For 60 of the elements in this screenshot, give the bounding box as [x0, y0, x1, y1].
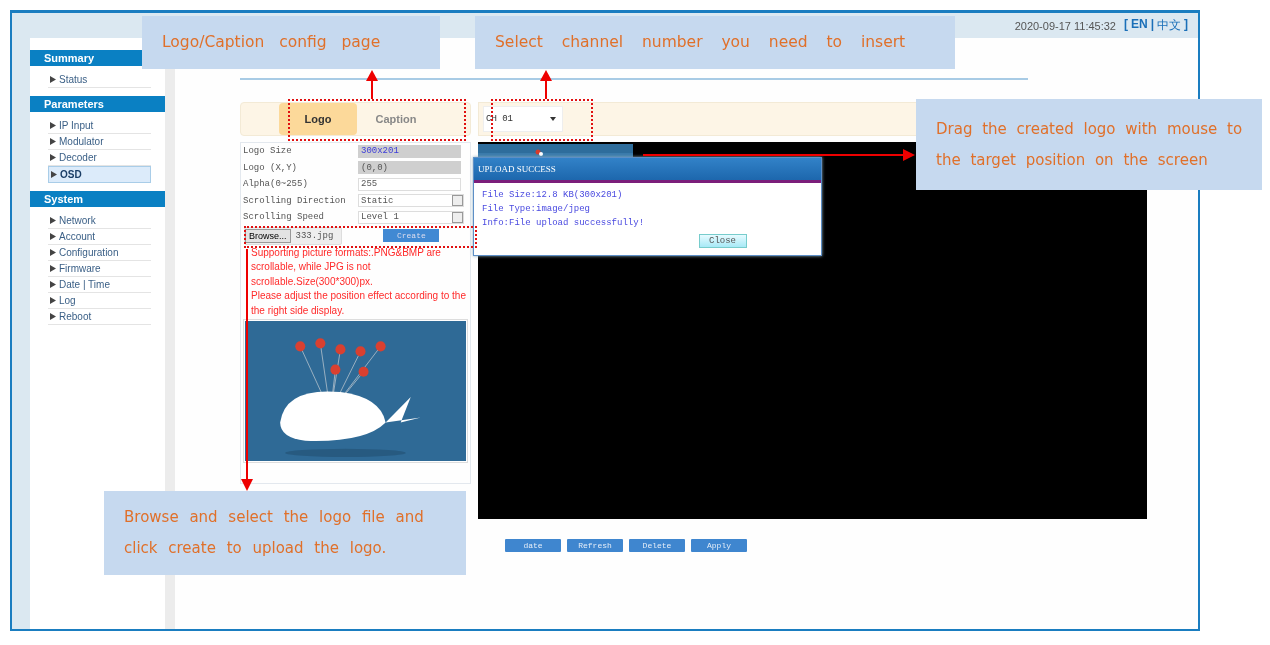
triangle-icon — [50, 138, 56, 145]
language-link[interactable]: 中文 — [1157, 17, 1181, 34]
triangle-icon — [50, 233, 56, 240]
dialog-text: File Type:image/jpeg — [482, 203, 592, 215]
dialog-text: File Size:12.8 KB(300x201) — [482, 189, 624, 201]
callout-note: Logo/Caption config page — [142, 16, 440, 69]
file-name: 333.jpg — [295, 230, 334, 241]
language-link[interactable]: EN — [1130, 17, 1148, 34]
bracket: [ — [1123, 17, 1128, 33]
triangle-icon — [50, 76, 56, 83]
dropdown[interactable]: Static — [358, 194, 464, 208]
dropdown[interactable]: Level 1 — [358, 210, 464, 224]
hint-text: Please adjust the position effect according to the the right side display. — [251, 289, 467, 318]
nav-item[interactable]: Configuration — [48, 245, 151, 261]
dialog-title: UPLOAD SUCCESS — [474, 158, 821, 183]
date-time: 2020-09-17 11:45:32 — [1014, 19, 1116, 32]
triangle-icon — [50, 154, 56, 161]
readonly-field: (0,0) — [358, 161, 461, 175]
hint-text: Supporting picture formats:.PNG&BMP are scrollable, while JPG is not scrollable.Size(300*300)px. — [251, 245, 442, 289]
nav-item[interactable]: Reboot — [48, 309, 151, 325]
callout-note: Drag the created logo with mouse to the target position on the screen — [916, 99, 1262, 190]
section-header: System — [30, 191, 165, 207]
triangle-icon — [50, 217, 56, 224]
field-label: Scrolling Direction — [242, 195, 347, 206]
nav-item[interactable]: IP Input — [48, 118, 151, 134]
browse-button[interactable]: Browse... — [245, 228, 291, 243]
triangle-icon — [50, 297, 56, 304]
field-label: Alpha(0~255) — [242, 179, 309, 190]
field-label: Logo Size — [242, 146, 293, 157]
callout-note: Browse and select the logo file and click create to upload the logo. — [104, 491, 466, 575]
triangle-icon — [50, 265, 56, 272]
input-field[interactable]: 255 — [358, 177, 461, 191]
dialog-text: Info:File upload successfully! — [482, 217, 646, 229]
nav-item[interactable]: Date | Time — [48, 277, 151, 293]
triangle-icon — [50, 122, 56, 129]
triangle-icon — [50, 313, 56, 320]
callout-note: Select channel number you need to insert — [475, 16, 955, 69]
nav-item[interactable]: Firmware — [48, 261, 151, 277]
field-label: Logo (X,Y) — [242, 162, 298, 173]
nav-item[interactable]: Modulator — [48, 134, 151, 150]
nav-item[interactable]: Account — [48, 229, 151, 245]
bracket: ] — [1184, 17, 1188, 33]
action-button[interactable]: date — [505, 539, 561, 552]
triangle-icon — [50, 249, 56, 256]
pointer-arrow — [366, 70, 378, 100]
pointer-arrow — [540, 70, 552, 100]
triangle-icon — [50, 281, 56, 288]
close-button[interactable]: Close — [698, 234, 747, 248]
section-header: Parameters — [30, 96, 165, 112]
triangle-icon — [51, 171, 57, 178]
tab[interactable]: Logo — [279, 103, 357, 135]
nav-item[interactable]: Network — [48, 213, 151, 229]
caret-icon — [550, 117, 556, 121]
file-input[interactable]: Browse... 333.jpg — [244, 226, 343, 245]
nav-item[interactable]: Status — [48, 72, 151, 88]
nav-item[interactable]: Log — [48, 293, 151, 309]
readonly-field: 300x201 — [358, 144, 461, 158]
separator: | — [1150, 17, 1154, 33]
nav-item[interactable]: OSD — [48, 166, 151, 183]
field-label: Scrolling Speed — [242, 212, 325, 223]
